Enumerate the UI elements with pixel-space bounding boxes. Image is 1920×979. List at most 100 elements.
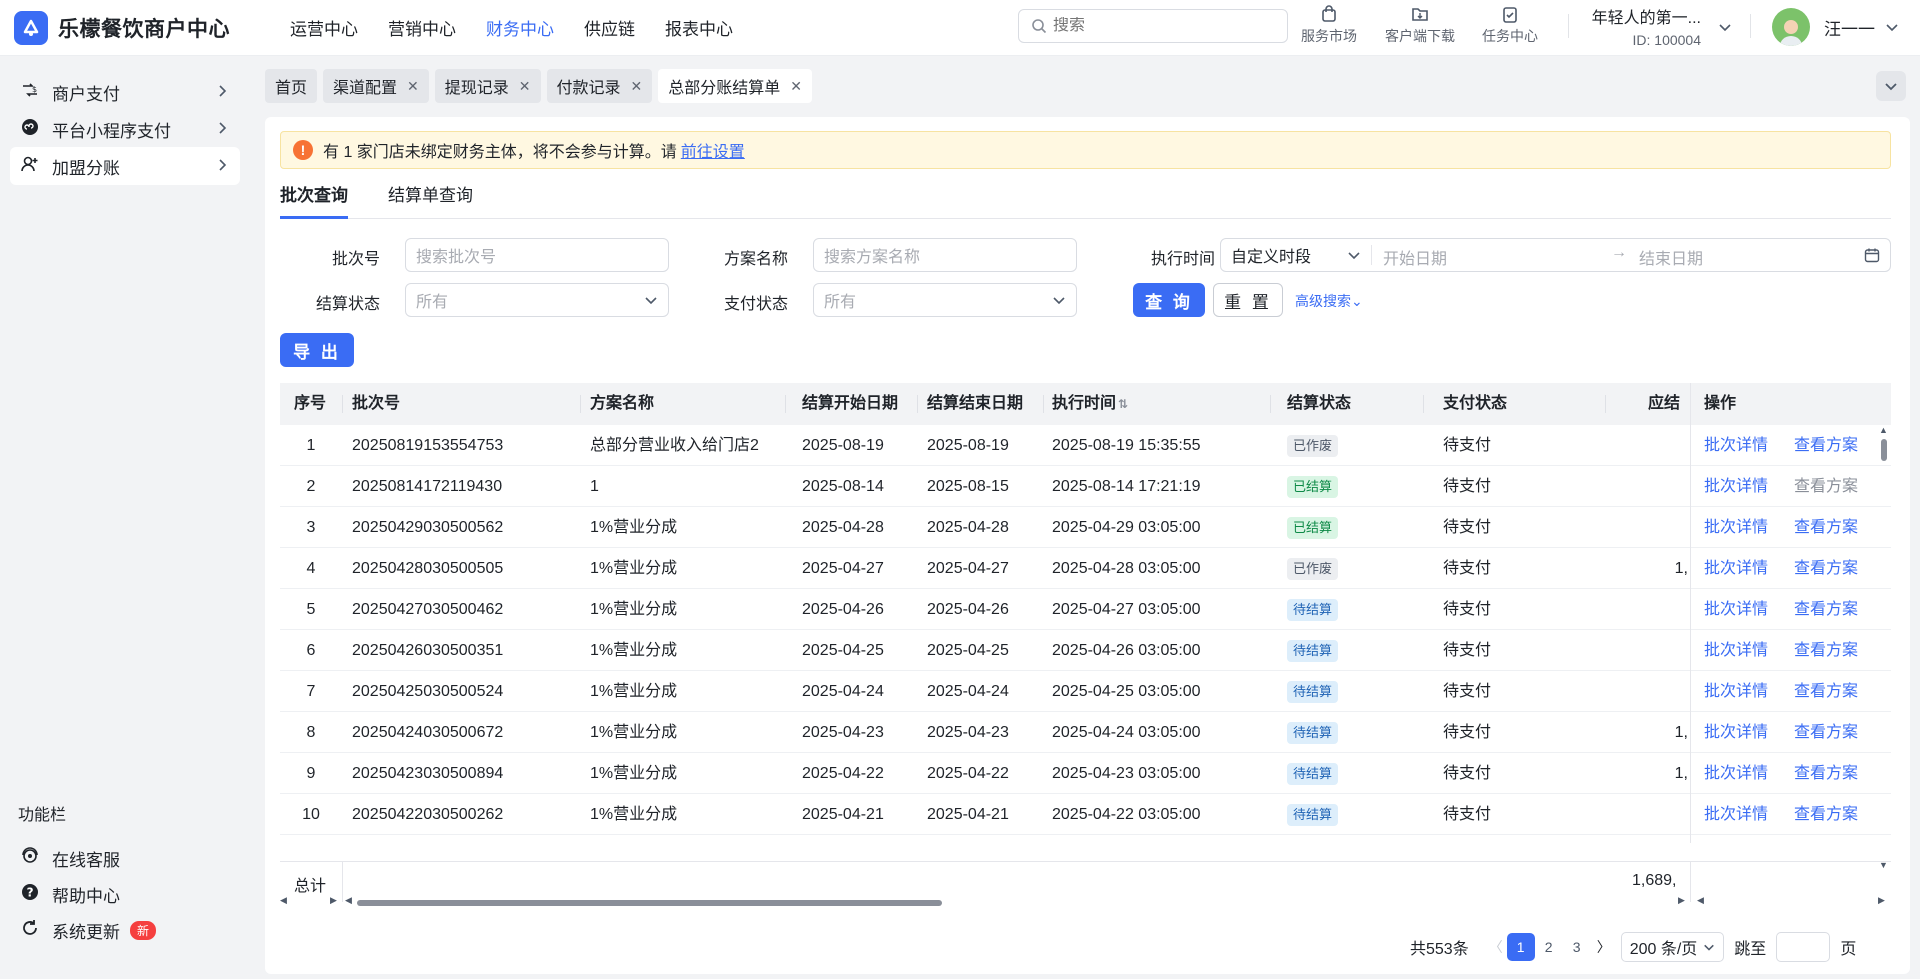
page-2[interactable]: 2 (1535, 933, 1563, 961)
sidebar-item-label: 加盟分账 (52, 158, 120, 178)
reset-button[interactable]: 重 置 (1213, 283, 1283, 317)
cell-amount (1580, 794, 1688, 835)
col-exec-time[interactable]: 执行时间 ⇅ (1052, 383, 1128, 425)
chevron-right-icon (219, 85, 227, 97)
tab-batch-query[interactable]: 批次查询 (280, 183, 348, 219)
sidebar-item-label: 商户支付 (52, 84, 120, 104)
batch-detail-link[interactable]: 批次详情 (1704, 548, 1768, 589)
batch-detail-link[interactable]: 批次详情 (1704, 671, 1768, 712)
batch-detail-link[interactable]: 批次详情 (1704, 425, 1768, 466)
next-page-icon[interactable]: 〉 (1597, 937, 1611, 957)
chevron-down-icon[interactable] (1718, 20, 1732, 34)
scroll-left-icon[interactable]: ◀ (1697, 895, 1704, 906)
calendar-icon[interactable] (1864, 247, 1880, 263)
tabs-dropdown-button[interactable] (1876, 71, 1906, 101)
sidebar-item-miniprogram-pay[interactable]: 平台小程序支付 (10, 110, 240, 148)
nav-operations[interactable]: 运营中心 (290, 15, 358, 40)
scroll-down-icon[interactable]: ▼ (1879, 860, 1888, 870)
time-mode-select[interactable]: 自定义时段 (1221, 239, 1371, 271)
batch-detail-link[interactable]: 批次详情 (1704, 466, 1768, 507)
vertical-scrollbar[interactable]: ▲ (1877, 425, 1891, 843)
scroll-left-icon[interactable]: ◀ (280, 895, 287, 906)
logo[interactable]: 乐檬餐饮商户中心 (14, 10, 264, 45)
batch-detail-link[interactable]: 批次详情 (1704, 794, 1768, 835)
view-plan-link[interactable]: 查看方案 (1794, 753, 1858, 794)
scroll-right-icon[interactable]: ▶ (330, 895, 337, 906)
tab-channel-config[interactable]: 渠道配置 ✕ (323, 69, 429, 103)
nav-supply-chain[interactable]: 供应链 (584, 15, 635, 40)
task-center-button[interactable]: 任务中心 (1482, 4, 1538, 46)
scroll-left-icon[interactable]: ◀ (345, 895, 352, 906)
view-plan-link[interactable]: 查看方案 (1794, 589, 1858, 630)
view-plan-link[interactable]: 查看方案 (1794, 712, 1858, 753)
sort-icon[interactable]: ⇅ (1118, 397, 1128, 411)
horizontal-scrollbar[interactable]: ◀ ▶ ◀ ▶ ◀ ▶ (280, 895, 1891, 908)
batch-no-input[interactable]: 搜索批次号 (405, 238, 669, 272)
settle-status-select[interactable]: 所有 (405, 283, 669, 317)
cell-index: 7 (306, 683, 316, 700)
nav-reports[interactable]: 报表中心 (665, 15, 733, 40)
nav-marketing[interactable]: 营销中心 (388, 15, 456, 40)
page-1[interactable]: 1 (1506, 933, 1535, 961)
view-plan-link[interactable]: 查看方案 (1794, 507, 1858, 548)
sidebar-item-help-center[interactable]: ? 帮助中心 (10, 875, 240, 913)
batch-detail-link[interactable]: 批次详情 (1704, 712, 1768, 753)
sidebar-item-franchise-split[interactable]: 加盟分账 (10, 147, 240, 185)
scroll-up-icon[interactable]: ▲ (1879, 425, 1888, 435)
global-search[interactable] (1018, 9, 1288, 43)
view-plan-link[interactable]: 查看方案 (1794, 835, 1858, 843)
view-plan-link[interactable]: 查看方案 (1794, 630, 1858, 671)
batch-detail-link[interactable]: 批次详情 (1704, 630, 1768, 671)
batch-detail-link[interactable]: 批次详情 (1704, 589, 1768, 630)
scroll-thumb[interactable] (1881, 439, 1887, 461)
view-plan-link[interactable]: 查看方案 (1794, 548, 1858, 589)
view-plan-link[interactable]: 查看方案 (1794, 671, 1858, 712)
view-plan-link[interactable]: 查看方案 (1794, 425, 1858, 466)
sidebar-item-online-service[interactable]: 在线客服 (10, 839, 240, 877)
view-plan-link[interactable]: 查看方案 (1794, 794, 1858, 835)
sidebar-item-merchant-pay[interactable]: $ 商户支付 (10, 73, 240, 111)
org-switcher[interactable]: 年轻人的第一... ID: 100004 (1586, 4, 1701, 48)
start-date-input[interactable]: 开始日期 (1383, 245, 1447, 269)
plan-name-input[interactable]: 搜索方案名称 (813, 238, 1077, 272)
batch-detail-link[interactable]: 批次详情 (1704, 835, 1768, 843)
close-icon[interactable]: ✕ (519, 78, 531, 95)
cell-plan-name: 1%营业分成 (590, 519, 678, 536)
clipboard-check-icon (1503, 7, 1517, 23)
advanced-search-link[interactable]: 高级搜索⌄ (1295, 291, 1363, 311)
view-plan-link[interactable]: 查看方案 (1794, 466, 1858, 507)
close-icon[interactable]: ✕ (631, 78, 643, 95)
service-market-button[interactable]: 服务市场 (1301, 4, 1357, 46)
batch-detail-link[interactable]: 批次详情 (1704, 507, 1768, 548)
jump-page-input[interactable] (1776, 932, 1831, 962)
close-icon[interactable]: ✕ (790, 78, 802, 95)
svg-text:?: ? (27, 885, 34, 899)
end-date-input[interactable]: 结束日期 (1639, 245, 1703, 269)
go-settings-link[interactable]: 前往设置 (681, 138, 745, 162)
nav-finance[interactable]: 财务中心 (486, 15, 554, 40)
query-button[interactable]: 查 询 (1133, 283, 1205, 317)
user-menu[interactable]: 汪一一 (1772, 8, 1899, 46)
close-icon[interactable]: ✕ (407, 78, 419, 95)
page-3[interactable]: 3 (1563, 933, 1591, 961)
tab-payment-records[interactable]: 付款记录 ✕ (546, 69, 653, 103)
cell-exec-time: 2025-08-19 15:35:55 (1052, 437, 1201, 454)
cell-settle-status: 已结算 (1287, 507, 1339, 548)
cell-index: 6 (306, 642, 316, 659)
tab-hq-settlement[interactable]: 总部分账结算单 ✕ (658, 69, 813, 103)
tab-withdraw-records[interactable]: 提现记录 ✕ (434, 69, 541, 103)
search-input[interactable] (1053, 17, 1273, 35)
scroll-right-icon[interactable]: ▶ (1678, 895, 1685, 906)
scroll-thumb[interactable] (357, 900, 942, 906)
export-button[interactable]: 导 出 (280, 333, 354, 367)
pay-status-select[interactable]: 所有 (813, 283, 1077, 317)
batch-detail-link[interactable]: 批次详情 (1704, 753, 1768, 794)
sidebar-item-system-update[interactable]: 系统更新 新 (10, 911, 240, 949)
tab-home[interactable]: 首页 (265, 69, 318, 103)
tab-statement-query[interactable]: 结算单查询 (388, 183, 473, 219)
client-download-button[interactable]: 客户端下载 (1385, 4, 1455, 46)
cell-settle-status: 待结算 (1287, 589, 1339, 630)
prev-page-icon[interactable]: 〈 (1489, 937, 1503, 957)
page-size-select[interactable]: 200 条/页 (1620, 932, 1725, 962)
scroll-right-icon[interactable]: ▶ (1878, 895, 1885, 906)
